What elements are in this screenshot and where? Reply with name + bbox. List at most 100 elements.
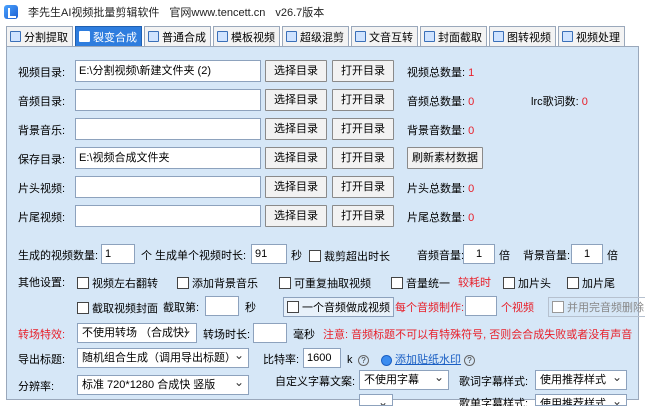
title-bar: 李先生AI视频批量剪辑软件 官网www.tencett.cn v26.7版本 — [0, 0, 645, 24]
image-icon — [424, 31, 435, 42]
intro-select-dir-button[interactable]: 选择目录 — [265, 176, 327, 198]
extra-style-select[interactable]: 使用推荐样式 — [535, 394, 627, 406]
volume-unify-checkbox[interactable]: 音量统一 — [391, 275, 450, 291]
transition-duration-unit: 毫秒 — [293, 329, 315, 341]
intro-dir-input[interactable] — [75, 176, 261, 198]
add-outro-checkbox[interactable]: 加片尾 — [567, 275, 615, 291]
gen-duration-unit: 秒 — [291, 250, 302, 262]
audio-volume-unit: 倍 — [499, 250, 510, 262]
flip-video-checkbox[interactable]: 视频左右翻转 — [77, 275, 158, 291]
capture-cover-checkbox[interactable]: 截取视频封面 — [77, 300, 158, 316]
export-title-select[interactable]: 随机组合生成（调用导出标题） — [77, 348, 249, 368]
film-icon — [562, 31, 573, 42]
lyric-style-select[interactable]: 使用推荐样式 — [535, 370, 627, 390]
tab-split-extract[interactable]: 分割提取 — [6, 26, 73, 46]
bgm-select-dir-button[interactable]: 选择目录 — [265, 118, 327, 140]
save-open-dir-button[interactable]: 打开目录 — [332, 147, 394, 169]
watermark-help-icon[interactable]: ? — [464, 354, 475, 366]
checkbox-box — [503, 277, 515, 289]
video-open-dir-button[interactable]: 打开目录 — [332, 60, 394, 82]
picture-icon — [493, 31, 504, 42]
outro-dir-input[interactable] — [75, 205, 261, 227]
tab-fission-compose[interactable]: 裂变合成 — [75, 26, 142, 46]
checkbox-box — [177, 277, 189, 289]
tab-video-process[interactable]: 视频处理 — [558, 26, 625, 46]
save-select-dir-button[interactable]: 选择目录 — [265, 147, 327, 169]
checkbox-box — [287, 301, 299, 313]
bitrate-unit: k — [347, 354, 353, 366]
subtitle-label: 自定义字幕文案: — [275, 376, 356, 388]
audio-total-label: 音频总数量: 0 — [407, 96, 475, 108]
tab-text-audio[interactable]: 文音互转 — [351, 26, 418, 46]
tab-cover-capture[interactable]: 封面截取 — [420, 26, 487, 46]
bgm-open-dir-button[interactable]: 打开目录 — [332, 118, 394, 140]
main-panel: 视频目录: E:\分割视频\新建文件夹 (2) 选择目录 打开目录 视频总数量:… — [6, 46, 645, 406]
gen-count-label: 生成的视频数量: — [18, 250, 99, 262]
tab-normal-compose[interactable]: 普通合成 — [144, 26, 211, 46]
watermark-link[interactable]: 添加贴纸水印 — [395, 352, 461, 368]
gen-count-input[interactable]: 1 — [101, 244, 135, 264]
other-settings-label: 其他设置: — [18, 277, 66, 289]
subtitle-select[interactable]: 不使用字幕 — [359, 370, 449, 390]
checkbox-box — [77, 277, 89, 289]
add-intro-checkbox[interactable]: 加片头 — [503, 275, 551, 291]
refresh-material-button[interactable]: 刷新素材数据 — [407, 147, 483, 169]
watermark-option[interactable]: 添加贴纸水印? — [381, 352, 475, 368]
bitrate-input[interactable]: 1600 — [303, 348, 341, 368]
video-select-dir-button[interactable]: 选择目录 — [265, 60, 327, 82]
bgm-dir-input[interactable] — [75, 118, 261, 140]
tab-image-to-video[interactable]: 图转视频 — [489, 26, 556, 46]
add-bgm-checkbox[interactable]: 添加背景音乐 — [177, 275, 258, 291]
fission-icon — [79, 31, 90, 42]
resolution-label: 分辨率: — [18, 381, 55, 393]
checkbox-box — [567, 277, 579, 289]
checkbox-label: 加片尾 — [582, 278, 615, 290]
outro-total-label: 片尾总数量: 0 — [407, 212, 475, 224]
transition-label: 转场特效: — [18, 329, 66, 341]
delete-used-audio-checkbox[interactable]: 并用完音频删除 — [548, 297, 645, 317]
tab-template-video[interactable]: 模板视频 — [213, 26, 280, 46]
outro-open-dir-button[interactable]: 打开目录 — [332, 205, 394, 227]
checkbox-label: 添加背景音乐 — [192, 278, 258, 290]
audio-dir-input[interactable] — [75, 89, 261, 111]
bitrate-help-icon[interactable]: ? — [358, 352, 369, 368]
save-dir-input[interactable]: E:\视频合成文件夹 — [75, 147, 261, 169]
transition-duration-input[interactable] — [253, 323, 287, 343]
microphone-icon — [355, 31, 366, 42]
per-audio-input[interactable] — [465, 296, 497, 316]
radio-selected-icon — [381, 354, 392, 366]
intro-open-dir-button[interactable]: 打开目录 — [332, 176, 394, 198]
trim-overflow-checkbox[interactable]: 裁剪超出时长 — [309, 248, 390, 264]
tab-label: 图转视频 — [507, 31, 551, 44]
bgm-dir-label: 背景音乐: — [18, 125, 66, 137]
audio-select-dir-button[interactable]: 选择目录 — [265, 89, 327, 111]
export-title-label: 导出标题: — [18, 354, 66, 366]
save-dir-label: 保存目录: — [18, 154, 66, 166]
gen-duration-input[interactable]: 91 — [251, 244, 287, 264]
bgm-total-label: 背景音数量: 0 — [407, 125, 475, 137]
lrc-total-label: lrc歌词数: 0 — [531, 96, 588, 108]
cover-frame-input[interactable] — [205, 296, 239, 316]
checkbox-box — [309, 250, 321, 262]
bg-volume-unit: 倍 — [607, 250, 618, 262]
subtitle-extra-select[interactable] — [359, 394, 393, 406]
audio-volume-input[interactable]: 1 — [463, 244, 495, 264]
one-audio-video-checkbox[interactable]: 一个音频做成视频 — [283, 297, 394, 317]
checkbox-label: 一个音频做成视频 — [302, 302, 390, 314]
tab-super-mix[interactable]: 超级混剪 — [282, 26, 349, 46]
transition-duration-label: 转场时长: — [203, 329, 251, 341]
bg-volume-input[interactable]: 1 — [571, 244, 603, 264]
video-dir-input[interactable]: E:\分割视频\新建文件夹 (2) — [75, 60, 261, 82]
repeat-video-checkbox[interactable]: 可重复抽取视频 — [279, 275, 371, 291]
checkbox-label: 截取视频封面 — [92, 303, 158, 315]
audio-title-warning: 注意: 音频标题不可以有特殊符号, 否则会合成失败或者没有声音 — [323, 329, 633, 341]
outro-select-dir-button[interactable]: 选择目录 — [265, 205, 327, 227]
checkbox-label: 加片头 — [518, 278, 551, 290]
extra-style-label: 歌单字幕样式: — [459, 398, 529, 406]
app-name: 李先生AI视频批量剪辑软件 — [28, 7, 160, 19]
tab-label: 视频处理 — [576, 31, 620, 44]
video-dir-label: 视频目录: — [18, 67, 66, 79]
audio-open-dir-button[interactable]: 打开目录 — [332, 89, 394, 111]
resolution-select[interactable]: 标准 720*1280 合成快 竖版 — [77, 375, 249, 395]
transition-select[interactable]: 不使用转场 （合成快） — [77, 323, 197, 343]
